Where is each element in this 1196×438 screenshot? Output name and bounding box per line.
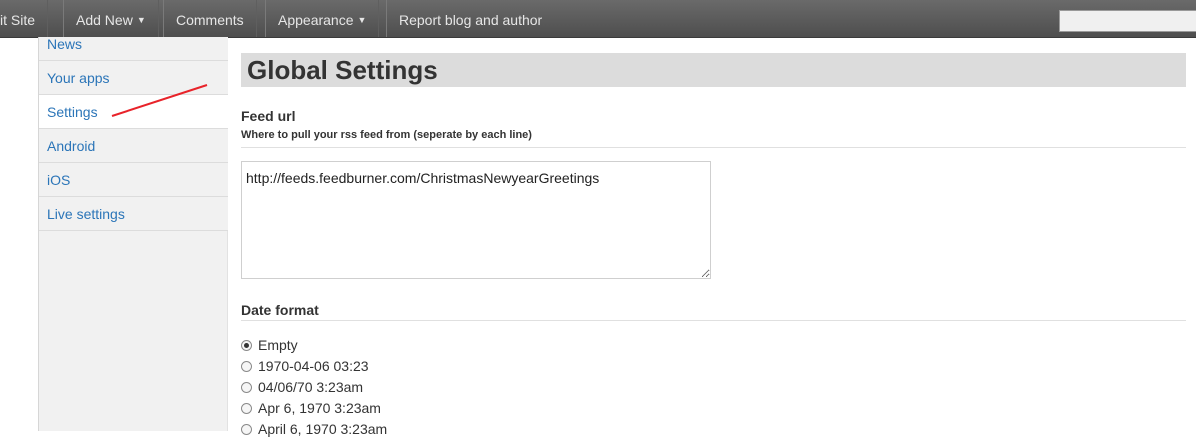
page-title: Global Settings (241, 53, 1186, 87)
feed-url-description: Where to pull your rss feed from (sepera… (241, 129, 532, 141)
divider (241, 320, 1186, 321)
date-format-option-label: 04/06/70 3:23am (258, 379, 364, 395)
radio-checked-icon[interactable] (241, 339, 252, 351)
date-format-option-label: Empty (258, 337, 298, 353)
date-format-heading: Date format (241, 302, 319, 318)
radio-unchecked-icon[interactable] (241, 381, 252, 393)
sidebar-item-label: News (47, 36, 83, 52)
date-format-option-label: 1970-04-06 03:23 (258, 358, 369, 374)
topbar-appearance-label: Appearance (278, 12, 354, 28)
sidebar-item-label: Settings (47, 104, 98, 120)
date-format-option[interactable]: 1970-04-06 03:23 (241, 357, 369, 375)
feed-url-textarea[interactable]: http://feeds.feedburner.com/ChristmasNew… (241, 161, 711, 279)
topbar-visit-site-label: it Site (0, 12, 36, 28)
sidebar-item-ios[interactable]: iOS (39, 163, 228, 197)
sidebar-item-your-apps[interactable]: Your apps (39, 61, 228, 95)
date-format-option[interactable]: 04/06/70 3:23am (241, 378, 363, 396)
topbar-add-new[interactable]: Add New ▼ (63, 0, 159, 37)
topbar-comments-label: Comments (176, 12, 244, 28)
sidebar-item-label: Your apps (47, 70, 110, 86)
topbar-search-input[interactable] (1059, 10, 1196, 32)
radio-unchecked-icon[interactable] (241, 402, 252, 414)
sidebar-item-label: Android (47, 138, 96, 154)
sidebar-item-news[interactable]: News (39, 37, 228, 61)
sidebar-item-label: iOS (47, 172, 71, 188)
date-format-option-label: Apr 6, 1970 3:23am (258, 400, 381, 416)
topbar-appearance[interactable]: Appearance ▼ (265, 0, 380, 37)
topbar-comments[interactable]: Comments (163, 0, 257, 37)
topbar-add-new-label: Add New (76, 12, 133, 28)
sidebar-item-label: Live settings (47, 206, 125, 222)
sidebar-item-live-settings[interactable]: Live settings (39, 197, 228, 231)
settings-sidebar: News Your apps Settings Android iOS Live… (38, 37, 228, 431)
sidebar-item-settings[interactable]: Settings (39, 95, 228, 129)
feed-url-heading: Feed url (241, 108, 296, 124)
caret-down-icon: ▼ (136, 15, 146, 25)
radio-unchecked-icon[interactable] (241, 360, 252, 372)
date-format-option[interactable]: April 6, 1970 3:23am (241, 420, 387, 438)
date-format-option[interactable]: Empty (241, 336, 298, 354)
caret-down-icon: ▼ (357, 15, 367, 25)
divider (241, 147, 1186, 148)
sidebar-item-android[interactable]: Android (39, 129, 228, 163)
topbar-report-blog[interactable]: Report blog and author (386, 0, 554, 37)
date-format-option[interactable]: Apr 6, 1970 3:23am (241, 399, 381, 417)
radio-unchecked-icon[interactable] (241, 423, 252, 435)
topbar-visit-site[interactable]: it Site (0, 0, 49, 37)
admin-top-bar: it Site Add New ▼ Comments Appearance ▼ Re… (0, 0, 1196, 38)
date-format-option-label: April 6, 1970 3:23am (258, 421, 388, 437)
topbar-report-blog-label: Report blog and author (399, 12, 543, 28)
